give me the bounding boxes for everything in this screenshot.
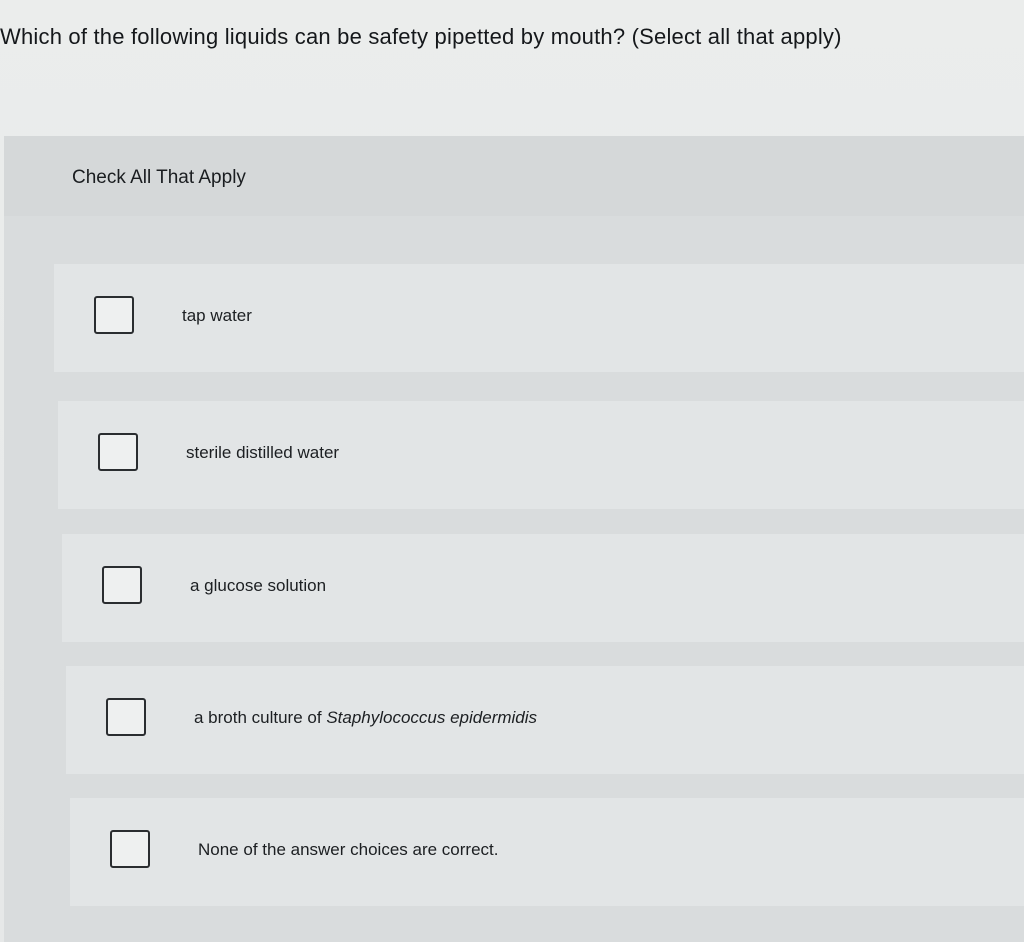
panel-header: Check All That Apply	[4, 136, 1024, 216]
option-label-broth-culture-prefix: a broth culture of	[194, 708, 327, 727]
checkbox-sterile-distilled-water[interactable]	[98, 433, 138, 471]
question-text: Which of the following liquids can be sa…	[0, 24, 842, 49]
option-tap-water[interactable]: tap water	[54, 264, 1024, 372]
checkbox-none-correct[interactable]	[110, 830, 150, 868]
option-label-tap-water: tap water	[182, 306, 252, 325]
option-sterile-distilled-water[interactable]: sterile distilled water	[58, 401, 1024, 509]
option-broth-culture[interactable]: a broth culture of Staphylococcus epider…	[66, 666, 1024, 774]
option-label-broth-culture: a broth culture of Staphylococcus epider…	[194, 708, 537, 728]
option-glucose-solution[interactable]: a glucose solution	[62, 534, 1024, 642]
answer-panel: Check All That Apply tap water sterile d…	[4, 136, 1024, 942]
option-label-broth-culture-species: Staphylococcus epidermidis	[326, 708, 538, 727]
checkbox-glucose-solution[interactable]	[102, 566, 142, 604]
panel-title: Check All That Apply	[72, 167, 246, 188]
checkbox-broth-culture[interactable]	[106, 698, 146, 736]
option-label-sterile-distilled-water: sterile distilled water	[186, 443, 340, 462]
option-label-glucose-solution: a glucose solution	[190, 576, 327, 595]
option-none-correct[interactable]: None of the answer choices are correct.	[70, 798, 1024, 906]
checkbox-tap-water[interactable]	[94, 296, 134, 334]
page: Which of the following liquids can be sa…	[0, 0, 1024, 942]
option-label-none-correct: None of the answer choices are correct.	[198, 840, 499, 859]
